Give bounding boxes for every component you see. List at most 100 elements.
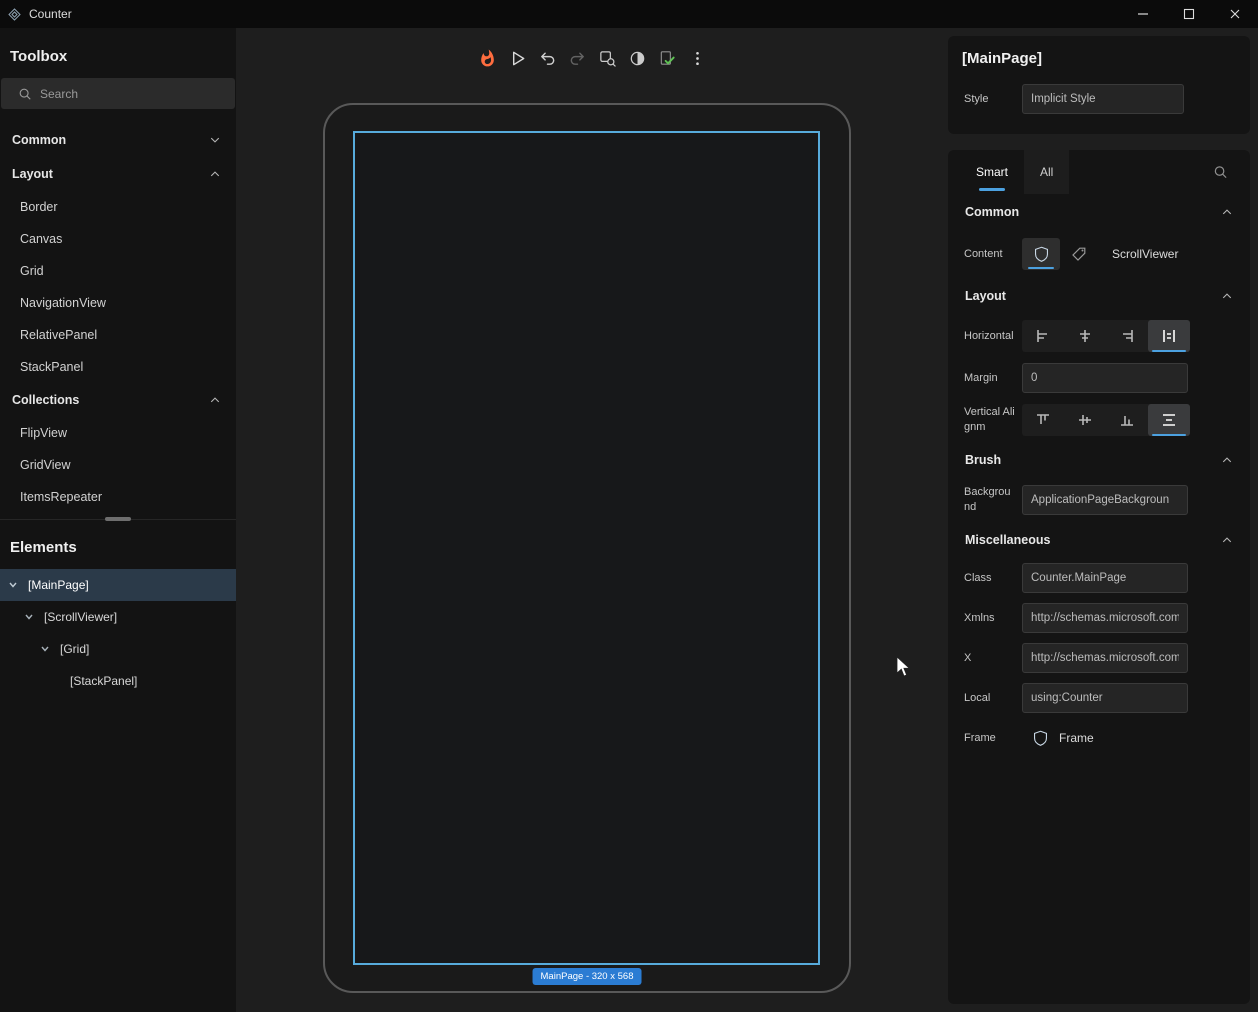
section-layout[interactable]: Layout: [948, 278, 1250, 314]
valign-bottom-button[interactable]: [1106, 404, 1148, 436]
section-common[interactable]: Common: [948, 194, 1250, 230]
section-brush[interactable]: Brush: [948, 442, 1250, 478]
section-label: Layout: [12, 167, 53, 181]
xmlns-input[interactable]: [1022, 603, 1188, 633]
chevron-down-icon[interactable]: [40, 644, 52, 654]
page-surface[interactable]: [353, 131, 820, 965]
section-label: Brush: [965, 453, 1001, 467]
hot-reload-button[interactable]: [472, 43, 502, 73]
vertical-alignment-row: Vertical Alignm: [948, 398, 1250, 442]
tag-icon: [1071, 246, 1087, 262]
content-value: ScrollViewer: [1112, 247, 1178, 261]
chevron-down-icon[interactable]: [24, 612, 36, 622]
chevron-down-icon[interactable]: [8, 580, 20, 590]
style-row: Style: [948, 76, 1250, 122]
window-title: Counter: [29, 7, 72, 21]
toolbox-item-canvas[interactable]: Canvas: [0, 223, 236, 255]
properties-search-icon[interactable]: [1213, 165, 1228, 180]
shield-icon: [1032, 730, 1049, 747]
align-middle-icon: [1077, 412, 1093, 428]
properties-title: [MainPage]: [948, 36, 1250, 76]
toolbox-item-border[interactable]: Border: [0, 191, 236, 223]
valign-top-button[interactable]: [1022, 404, 1064, 436]
align-center-icon: [1077, 328, 1093, 344]
toolbox-search[interactable]: [1, 78, 235, 109]
close-button[interactable]: [1212, 0, 1258, 28]
frame-row: Frame Frame: [948, 718, 1250, 758]
style-input[interactable]: [1022, 84, 1184, 114]
tree-row-grid[interactable]: [Grid]: [0, 633, 236, 665]
valign-stretch-button[interactable]: [1148, 404, 1190, 436]
toolbox-item-navigationview[interactable]: NavigationView: [0, 287, 236, 319]
elements-title: Elements: [0, 525, 236, 569]
undo-button[interactable]: [532, 43, 562, 73]
content-element-view-button[interactable]: [1022, 238, 1060, 270]
section-miscellaneous[interactable]: Miscellaneous: [948, 522, 1250, 558]
maximize-button[interactable]: [1166, 0, 1212, 28]
play-button[interactable]: [502, 43, 532, 73]
style-label: Style: [964, 92, 1022, 107]
flame-icon: [478, 49, 497, 68]
tree-row-mainpage[interactable]: [MainPage]: [0, 569, 236, 601]
local-row: Local: [948, 678, 1250, 718]
xmlns-label: Xmlns: [964, 611, 1022, 626]
toolbox-section-collections[interactable]: Collections: [0, 383, 236, 417]
chevron-up-icon: [1221, 534, 1233, 546]
toolbox-item-gridview[interactable]: GridView: [0, 449, 236, 481]
content-label: Content: [964, 247, 1022, 262]
app-window: Counter Toolbox Common Layout: [0, 0, 1258, 1012]
shield-icon: [1033, 246, 1050, 263]
background-input[interactable]: [1022, 485, 1188, 515]
margin-input[interactable]: [1022, 363, 1188, 393]
mouse-cursor: [896, 656, 914, 678]
content-tag-view-button[interactable]: [1060, 238, 1098, 270]
toolbox-item-grid[interactable]: Grid: [0, 255, 236, 287]
left-sidebar: Toolbox Common Layout Border Canvas Grid…: [0, 28, 236, 1012]
horizontal-label: Horizontal: [964, 329, 1022, 344]
element-inspector-button[interactable]: [592, 43, 622, 73]
halign-right-button[interactable]: [1106, 320, 1148, 352]
tab-all[interactable]: All: [1024, 150, 1069, 194]
minimize-button[interactable]: [1120, 0, 1166, 28]
design-canvas: MainPage - 320 x 568: [236, 28, 948, 1012]
toolbox-item-flipview[interactable]: FlipView: [0, 417, 236, 449]
tree-label: [StackPanel]: [70, 674, 137, 688]
align-left-icon: [1035, 328, 1051, 344]
redo-icon: [568, 49, 587, 68]
device-frame: MainPage - 320 x 568: [323, 103, 851, 993]
theme-toggle-button[interactable]: [622, 43, 652, 73]
chevron-down-icon: [209, 134, 221, 146]
close-icon: [1225, 4, 1245, 24]
toolbox-section-common[interactable]: Common: [0, 123, 236, 157]
more-options-button[interactable]: [682, 43, 712, 73]
search-input[interactable]: [40, 87, 235, 101]
tree-row-scrollviewer[interactable]: [ScrollViewer]: [0, 601, 236, 633]
canvas-toolbar: [236, 43, 948, 73]
tree-row-stackpanel[interactable]: [StackPanel]: [0, 665, 236, 697]
undo-icon: [538, 49, 557, 68]
local-input[interactable]: [1022, 683, 1188, 713]
section-label: Common: [965, 205, 1019, 219]
play-icon: [508, 49, 527, 68]
redo-button[interactable]: [562, 43, 592, 73]
valign-center-button[interactable]: [1064, 404, 1106, 436]
class-input[interactable]: [1022, 563, 1188, 593]
halign-center-button[interactable]: [1064, 320, 1106, 352]
vertical-alignment-group: [1022, 404, 1190, 436]
toolbox-item-relativepanel[interactable]: RelativePanel: [0, 319, 236, 351]
chevron-up-icon: [209, 394, 221, 406]
toolbox-item-itemsrepeater[interactable]: ItemsRepeater: [0, 481, 236, 513]
halign-left-button[interactable]: [1022, 320, 1064, 352]
section-label: Miscellaneous: [965, 533, 1050, 547]
panel-splitter[interactable]: [0, 513, 236, 525]
halign-stretch-button[interactable]: [1148, 320, 1190, 352]
toolbox-item-stackpanel[interactable]: StackPanel: [0, 351, 236, 383]
class-label: Class: [964, 571, 1022, 586]
tab-smart[interactable]: Smart: [960, 150, 1024, 194]
align-bottom-icon: [1119, 412, 1135, 428]
toolbox-section-layout[interactable]: Layout: [0, 157, 236, 191]
x-input[interactable]: [1022, 643, 1188, 673]
background-label: Background: [964, 485, 1022, 515]
align-top-icon: [1035, 412, 1051, 428]
approve-changes-button[interactable]: [652, 43, 682, 73]
